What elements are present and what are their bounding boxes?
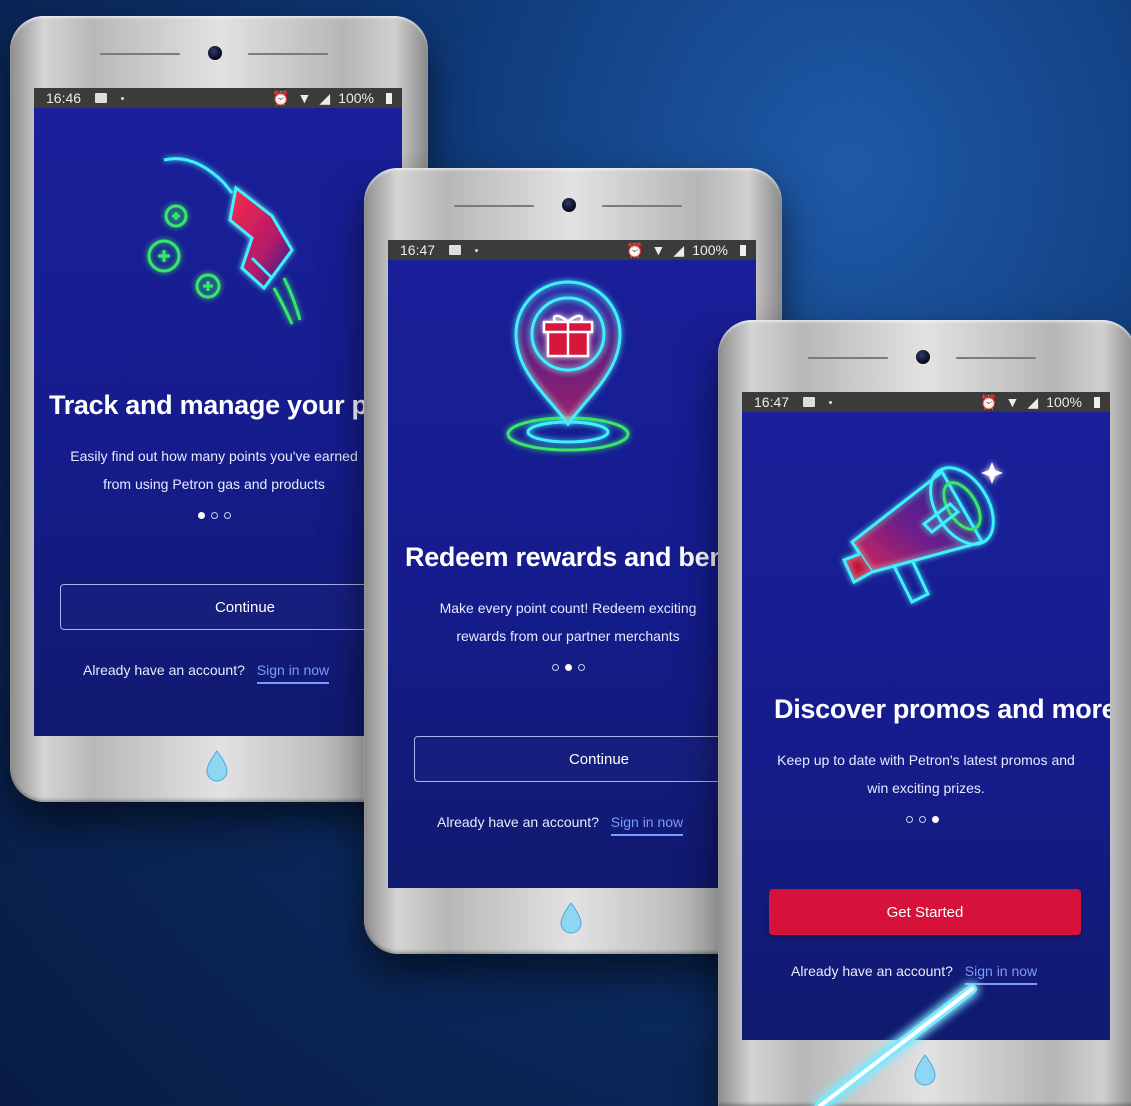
status-time: 16:46 (46, 90, 82, 106)
status-bar: 16:47 ⏰ ▼ ◢ 100% (742, 392, 1110, 412)
gallery-notification-icon (449, 245, 462, 255)
megaphone-icon (841, 462, 1003, 605)
speaker-grille (100, 53, 180, 55)
gallery-notification-icon (95, 93, 108, 103)
gift-location-pin-icon (506, 280, 630, 452)
battery-percent: 100% (692, 242, 728, 258)
page-dot (224, 512, 231, 519)
page-dot-active (198, 512, 205, 519)
description-line: Keep up to date with Petron's latest pro… (777, 752, 1075, 768)
battery-icon (386, 92, 392, 104)
battery-percent: 100% (338, 90, 374, 106)
speaker-grille (454, 205, 534, 207)
app-screen-1: 16:46 ⏰ ▼ ◢ 100% Track and manage your p… (34, 88, 402, 736)
description-line: Make every point count! Redeem exciting (439, 600, 697, 616)
home-button-icon[interactable] (559, 902, 583, 934)
page-dot-active (932, 816, 939, 823)
signal-icon: ◢ (1027, 393, 1039, 410)
speaker-grille (602, 205, 682, 207)
page-dot (919, 816, 926, 823)
alarm-icon: ⏰ (626, 241, 644, 258)
signal-icon: ◢ (319, 89, 331, 106)
onboarding-description: Easily find out how many points you've e… (34, 442, 402, 498)
continue-button[interactable]: Continue (414, 736, 756, 782)
signin-prompt: Already have an account? (83, 662, 245, 678)
front-camera (208, 46, 222, 60)
continue-button[interactable]: Continue (60, 584, 402, 630)
signal-icon: ◢ (673, 241, 685, 258)
wifi-icon: ▼ (1005, 394, 1020, 410)
description-line: rewards from our partner merchants (456, 628, 680, 644)
battery-icon (1094, 396, 1100, 408)
onboarding-description: Keep up to date with Petron's latest pro… (742, 746, 1110, 802)
home-button-icon[interactable] (205, 750, 229, 782)
onboarding-title: Redeem rewards and benefits (405, 542, 756, 572)
sign-in-link[interactable]: Sign in now (256, 662, 330, 684)
battery-percent: 100% (1046, 394, 1082, 410)
description-line: Easily find out how many points you've e… (70, 448, 358, 464)
speaker-grille (248, 53, 328, 55)
notification-dot-icon (829, 400, 833, 404)
signin-row: Already have an account? Sign in now (437, 814, 684, 836)
description-line: win exciting prizes. (867, 780, 985, 796)
onboarding-description: Make every point count! Redeem exciting … (388, 594, 756, 650)
gallery-notification-icon (803, 397, 816, 407)
page-dot (211, 512, 218, 519)
sign-in-link[interactable]: Sign in now (610, 814, 684, 836)
speaker-grille (956, 357, 1036, 359)
tap-light-streak (815, 984, 977, 1106)
app-screen-2: 16:47 ⏰ ▼ ◢ 100% Redeem rewards and bene… (388, 240, 756, 888)
page-dot (552, 664, 559, 671)
speaker-grille (808, 357, 888, 359)
status-bar: 16:46 ⏰ ▼ ◢ 100% (34, 88, 402, 108)
page-indicator (198, 512, 231, 519)
page-dot (906, 816, 913, 823)
notification-dot-icon (475, 248, 479, 252)
notification-dot-icon (121, 96, 125, 100)
wifi-icon: ▼ (651, 242, 666, 258)
page-indicator (552, 664, 585, 671)
description-line: from using Petron gas and products (103, 476, 325, 492)
status-time: 16:47 (400, 242, 436, 258)
signin-row: Already have an account? Sign in now (83, 662, 330, 684)
get-started-button[interactable]: Get Started (769, 889, 1081, 935)
app-screen-3: 16:47 ⏰ ▼ ◢ 100% Discover promos and mor… (742, 392, 1110, 1040)
front-camera (916, 350, 930, 364)
page-indicator (906, 816, 939, 823)
page-dot (578, 664, 585, 671)
battery-icon (740, 244, 746, 256)
wifi-icon: ▼ (297, 90, 312, 106)
status-bar: 16:47 ⏰ ▼ ◢ 100% (388, 240, 756, 260)
alarm-icon: ⏰ (980, 393, 998, 410)
page-dot-active (565, 664, 572, 671)
status-time: 16:47 (754, 394, 790, 410)
onboarding-title: Discover promos and more (774, 694, 1110, 724)
alarm-icon: ⏰ (272, 89, 290, 106)
signin-prompt: Already have an account? (437, 814, 599, 830)
fuel-nozzle-icon (147, 157, 302, 325)
onboarding-title: Track and manage your points (49, 390, 402, 420)
front-camera (562, 198, 576, 212)
